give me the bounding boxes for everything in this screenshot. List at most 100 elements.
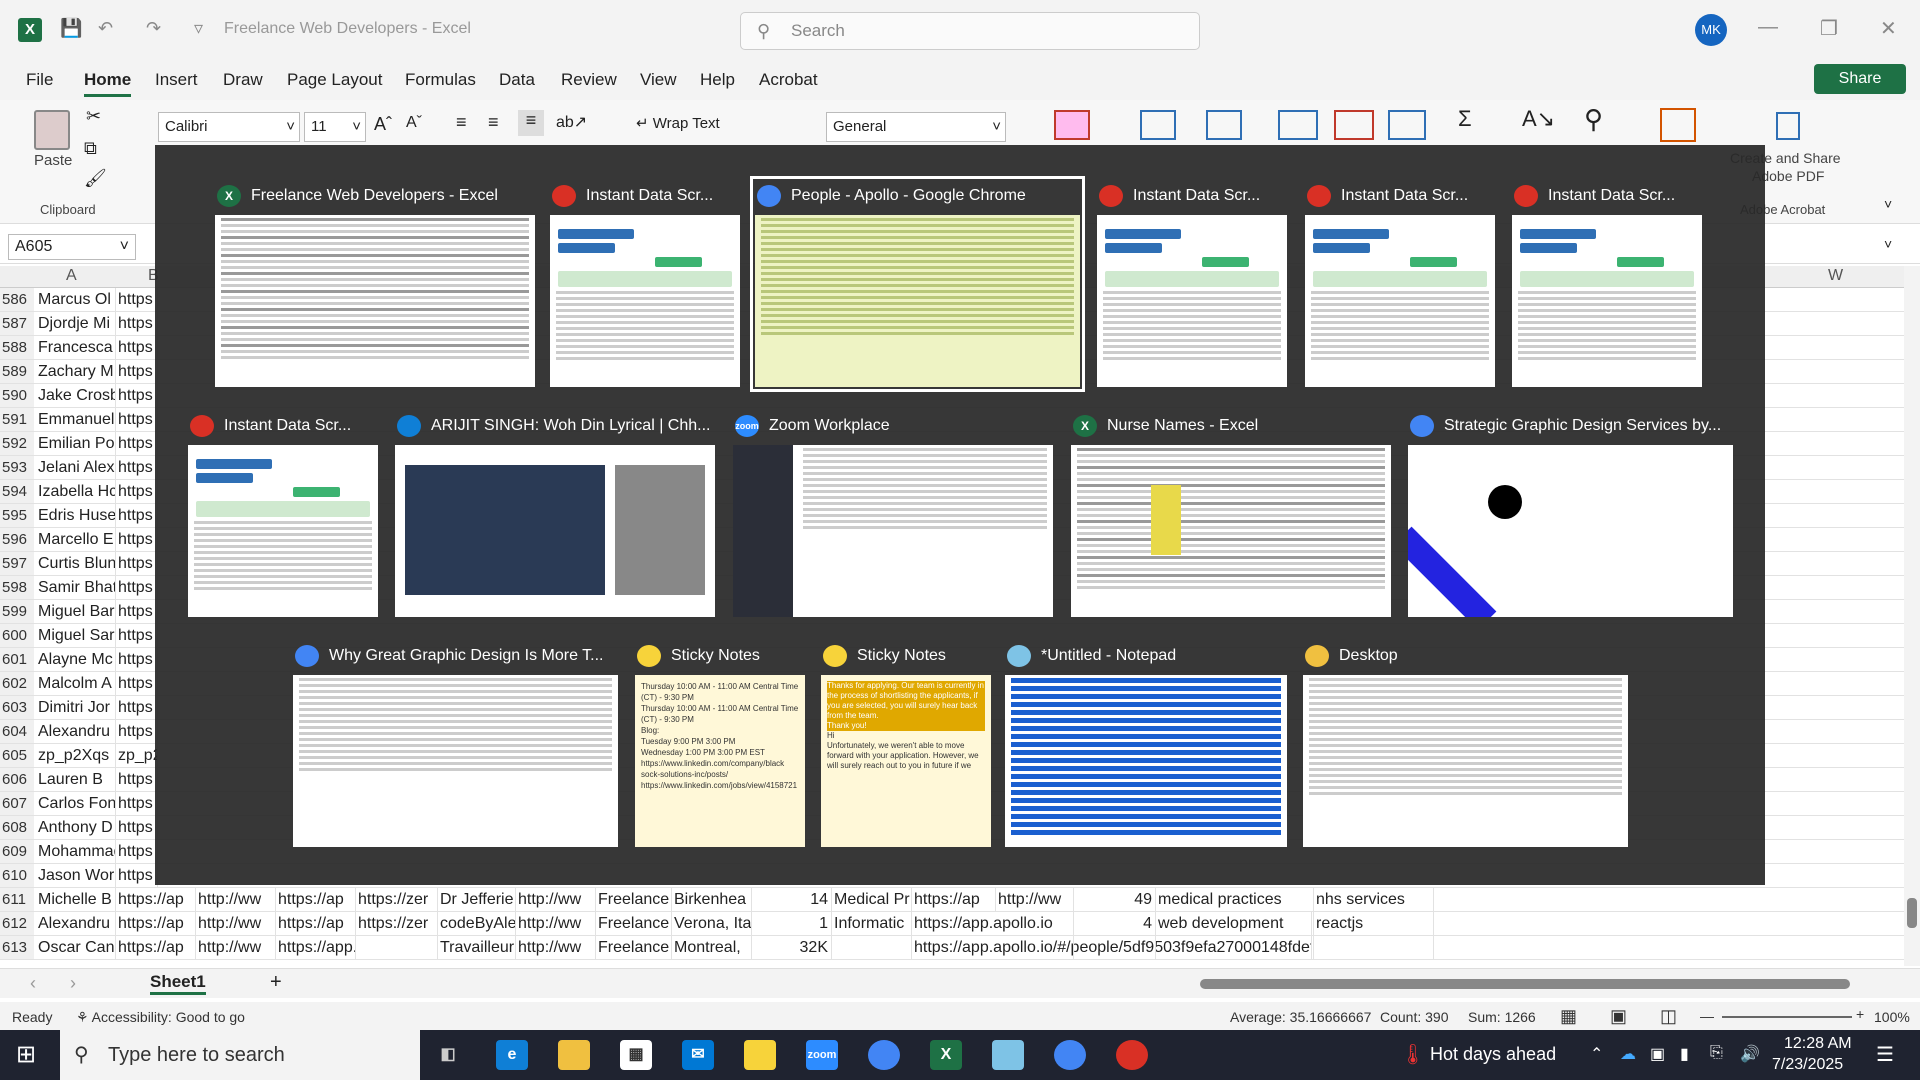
row-number[interactable]: 610 — [0, 864, 34, 887]
cell[interactable]: https://app.apollo.io, — [276, 936, 356, 959]
cell[interactable]: Edris Huse — [36, 504, 116, 527]
cell[interactable]: Oscar Can — [36, 936, 116, 959]
page-break-view-icon[interactable]: ◫ — [1660, 1006, 1677, 1027]
cell[interactable]: https — [116, 360, 158, 383]
cell[interactable]: 14 — [752, 888, 832, 911]
cell[interactable]: Samir Bhat — [36, 576, 116, 599]
cell[interactable]: http://ww — [516, 888, 596, 911]
cell[interactable]: reactjs — [1314, 912, 1434, 935]
switcher-window-folder[interactable]: Desktop — [1303, 641, 1628, 847]
row-number[interactable]: 597 — [0, 552, 34, 575]
cell[interactable] — [1074, 936, 1156, 959]
cell[interactable] — [832, 936, 912, 959]
page-layout-view-icon[interactable]: ▣ — [1610, 1006, 1627, 1027]
cell[interactable]: Malcolm A — [36, 672, 116, 695]
cell[interactable]: Marcus Ol — [36, 288, 116, 311]
cell[interactable]: Alexandru — [36, 912, 116, 935]
cell[interactable]: Freelance — [596, 936, 672, 959]
weather-label[interactable]: Hot days ahead — [1430, 1044, 1556, 1065]
cell[interactable]: https://ap — [116, 888, 196, 911]
format-cells-icon[interactable] — [1388, 110, 1426, 140]
row-number[interactable]: 595 — [0, 504, 34, 527]
mail-icon[interactable]: ✉ — [682, 1040, 714, 1070]
network-icon[interactable]: ⎘ — [1710, 1044, 1723, 1062]
cell[interactable]: https — [116, 672, 158, 695]
tab-draw[interactable]: Draw — [223, 70, 263, 90]
cell[interactable]: https://ap — [276, 888, 356, 911]
taskbar-search[interactable]: ⚲ Type here to search — [60, 1030, 420, 1080]
row-number[interactable]: 589 — [0, 360, 34, 383]
cell[interactable]: https — [116, 336, 158, 359]
save-icon[interactable]: 💾 — [60, 18, 82, 39]
cell[interactable] — [1156, 936, 1314, 959]
sticky-notes-icon[interactable] — [744, 1040, 776, 1070]
tab-insert[interactable]: Insert — [155, 70, 198, 90]
orientation-icon[interactable]: ab↗ — [556, 112, 587, 132]
cell[interactable]: Travailleur — [438, 936, 516, 959]
cell[interactable]: https — [116, 768, 158, 791]
tab-page-layout[interactable]: Page Layout — [287, 70, 382, 90]
cell-styles-icon[interactable] — [1206, 110, 1242, 140]
clock-date[interactable]: 7/23/2025 — [1772, 1056, 1843, 1074]
switcher-window-instant-data-scraper[interactable]: Instant Data Scr... — [188, 411, 378, 617]
align-bottom-icon[interactable]: ≡ — [518, 110, 544, 136]
chrome-icon[interactable] — [1054, 1040, 1086, 1070]
expand-formula-icon[interactable]: ˅ — [1884, 236, 1892, 252]
cell[interactable]: Alexandru — [36, 720, 116, 743]
row-number[interactable]: 588 — [0, 336, 34, 359]
autosum-icon[interactable]: Σ — [1458, 106, 1472, 132]
cell[interactable]: https — [116, 816, 158, 839]
cell[interactable]: Jelani Alex — [36, 456, 116, 479]
name-box[interactable]: A605 ˅ — [8, 234, 136, 260]
wrap-text-button[interactable]: ↵ Wrap Text — [636, 114, 720, 132]
collapse-ribbon-icon[interactable]: ˅ — [1884, 196, 1892, 212]
row-number[interactable]: 601 — [0, 648, 34, 671]
row-number[interactable]: 591 — [0, 408, 34, 431]
cell[interactable]: Freelance — [596, 912, 672, 935]
cell[interactable]: Miguel Sar — [36, 624, 116, 647]
undo-icon[interactable]: ↶ — [98, 18, 113, 39]
cell[interactable]: Miguel Bar — [36, 600, 116, 623]
cell[interactable]: https://ap — [116, 912, 196, 935]
tab-acrobat[interactable]: Acrobat — [759, 70, 818, 90]
switcher-window-sticky-notes[interactable]: Sticky Notes Thursday 10:00 AM - 11:00 AM… — [635, 641, 805, 847]
redo-icon[interactable]: ↷ — [146, 18, 161, 39]
cut-icon[interactable]: ✂ — [86, 106, 101, 127]
cell[interactable]: nhs services — [1314, 888, 1434, 911]
format-painter-icon[interactable]: 🖌 — [84, 168, 107, 189]
cell[interactable]: web development — [1156, 912, 1314, 935]
battery-icon[interactable]: ▮ — [1680, 1044, 1689, 1064]
chrome-icon[interactable] — [868, 1040, 900, 1070]
user-avatar[interactable]: MK — [1695, 14, 1727, 46]
zoom-icon[interactable]: zoom — [806, 1040, 838, 1070]
row-number[interactable]: 587 — [0, 312, 34, 335]
paste-icon[interactable] — [34, 110, 70, 150]
cell[interactable]: https — [116, 288, 158, 311]
cell[interactable]: https — [116, 792, 158, 815]
cell[interactable]: Djordje Mi — [36, 312, 116, 335]
meet-now-icon[interactable]: ▣ — [1650, 1044, 1665, 1064]
normal-view-icon[interactable]: ▦ — [1560, 1006, 1577, 1027]
switcher-window-instant-data-scraper[interactable]: Instant Data Scr... — [1097, 181, 1287, 387]
cell[interactable] — [996, 912, 1074, 935]
cell[interactable]: https — [116, 432, 158, 455]
switcher-window-chrome[interactable]: Strategic Graphic Design Services by... — [1408, 411, 1733, 617]
cell[interactable] — [356, 936, 438, 959]
switcher-window-excel[interactable]: X Freelance Web Developers - Excel — [215, 181, 535, 387]
cell[interactable]: Montreal, — [672, 936, 752, 959]
addins-icon[interactable] — [1660, 108, 1696, 142]
cell[interactable]: https://ap — [276, 912, 356, 935]
vertical-scrollbar[interactable] — [1904, 266, 1920, 966]
share-button[interactable]: Share — [1814, 64, 1906, 94]
cell[interactable]: Emilian Po — [36, 432, 116, 455]
cell[interactable]: Izabella Hc — [36, 480, 116, 503]
tab-help[interactable]: Help — [700, 70, 735, 90]
cell[interactable]: https — [116, 648, 158, 671]
clock-time[interactable]: 12:28 AM — [1784, 1035, 1852, 1053]
row-number[interactable]: 600 — [0, 624, 34, 647]
cell[interactable]: Jason Wor — [36, 864, 116, 887]
cell[interactable]: medical practices — [1156, 888, 1314, 911]
cell[interactable]: https — [116, 480, 158, 503]
cell[interactable]: https — [116, 408, 158, 431]
row-number[interactable]: 602 — [0, 672, 34, 695]
